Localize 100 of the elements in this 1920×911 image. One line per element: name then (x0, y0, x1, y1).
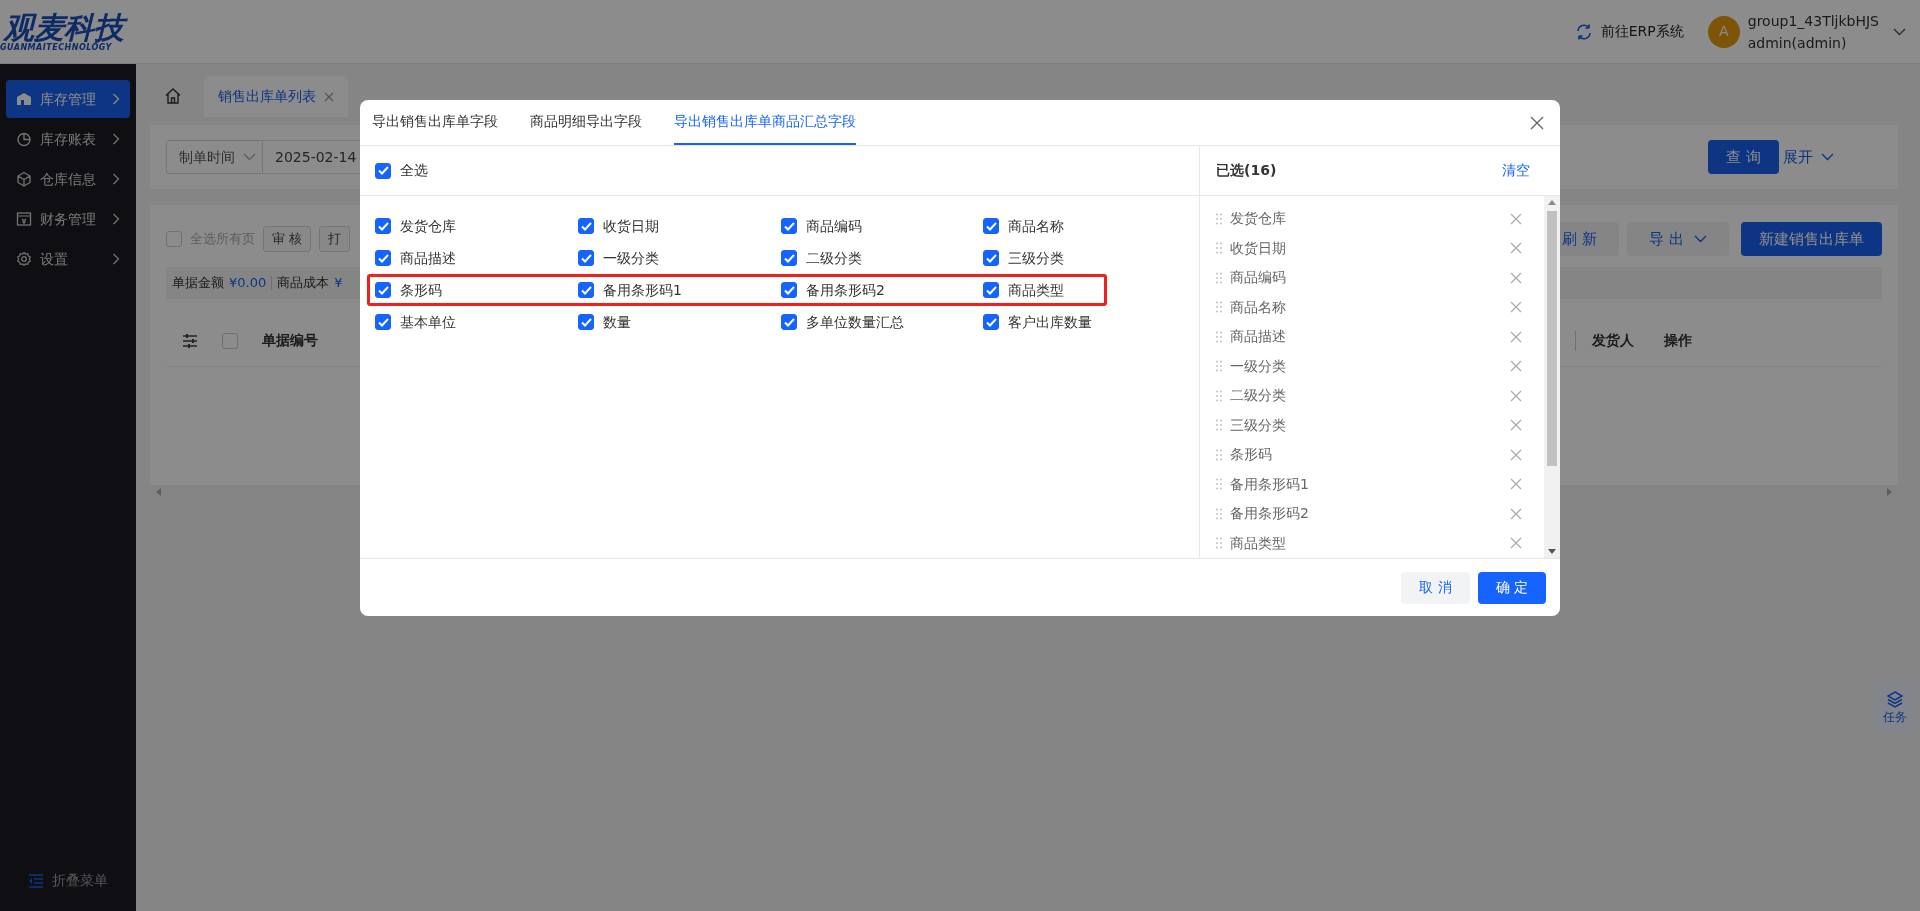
drag-handle-icon[interactable] (1216, 419, 1222, 432)
field-label: 多单位数量汇总 (806, 312, 904, 332)
checkbox[interactable] (983, 218, 999, 234)
field-label: 备用条形码1 (603, 280, 682, 300)
settings-icon (16, 251, 32, 267)
chevron-down-icon (243, 153, 256, 161)
task-button[interactable]: 任务 (1873, 683, 1917, 733)
drag-handle-icon[interactable] (1216, 478, 1222, 491)
sidebar-item[interactable]: 财务管理 (6, 200, 130, 238)
checkbox[interactable] (578, 218, 594, 234)
field-label: 备用条形码2 (806, 280, 885, 300)
checkbox[interactable] (375, 282, 391, 298)
column-header: 发货人 (1592, 331, 1634, 350)
logo-title: 观麦科技 (0, 10, 132, 44)
field-label: 二级分类 (806, 248, 862, 268)
chevron-right-icon (112, 133, 120, 145)
chevron-right-icon (112, 93, 120, 105)
column-header: 单据编号 (262, 331, 318, 350)
vertical-scrollbar[interactable] (1544, 196, 1560, 558)
cash-register-icon (16, 211, 32, 227)
sync-icon (1574, 22, 1593, 41)
drag-handle-icon[interactable] (1216, 301, 1222, 314)
confirm-button[interactable]: 确 定 (1477, 571, 1546, 604)
sliders-icon[interactable] (182, 333, 198, 348)
drag-handle-icon[interactable] (1216, 330, 1222, 343)
selected-field-label: 备用条形码2 (1230, 504, 1310, 524)
sidebar-item[interactable]: 设置 (6, 240, 130, 278)
dialog-tab[interactable]: 导出销售出库单商品汇总字段 (674, 100, 856, 145)
close-icon[interactable] (1530, 115, 1544, 130)
checkbox[interactable] (983, 314, 999, 330)
checkbox[interactable] (578, 282, 594, 298)
remove-icon[interactable] (1510, 478, 1522, 491)
create-button[interactable]: 新建销售出库单 (1741, 222, 1882, 256)
remove-icon[interactable] (1510, 301, 1522, 314)
remove-icon[interactable] (1510, 212, 1522, 225)
chevron-right-icon (112, 173, 120, 185)
field-label: 一级分类 (603, 248, 659, 268)
drag-handle-icon[interactable] (1216, 507, 1222, 520)
scroll-right-arrow-icon[interactable] (1887, 488, 1892, 496)
checkbox[interactable] (375, 218, 391, 234)
selected-field-label: 发货仓库 (1230, 209, 1287, 229)
dialog-tab[interactable]: 商品明细导出字段 (530, 100, 642, 145)
remove-icon[interactable] (1510, 242, 1522, 255)
field-label: 发货仓库 (400, 216, 456, 236)
expand-link[interactable]: 展开 (1783, 145, 1834, 169)
sidebar-item[interactable]: 仓库信息 (6, 160, 130, 198)
export-button[interactable]: 导 出 (1627, 222, 1729, 256)
checkbox[interactable] (781, 250, 797, 266)
drag-handle-icon[interactable] (1216, 537, 1222, 550)
cube-icon (16, 171, 32, 187)
drag-handle-icon[interactable] (1216, 212, 1222, 225)
sidebar-item[interactable]: 库存账表 (6, 120, 130, 158)
remove-icon[interactable] (1510, 330, 1522, 343)
remove-icon[interactable] (1510, 389, 1522, 402)
drag-handle-icon[interactable] (1216, 389, 1222, 402)
checkbox[interactable] (578, 250, 594, 266)
checkbox[interactable] (375, 250, 391, 266)
scroll-down-arrow-icon[interactable] (1548, 549, 1556, 554)
sidebar-item[interactable]: 库存管理 (6, 80, 130, 118)
collapse-menu-link[interactable]: 折叠菜单 (52, 870, 108, 891)
toolbar-button[interactable]: 打 (319, 226, 351, 252)
erp-link[interactable]: 前往ERP系统 (1600, 21, 1684, 42)
chevron-down-icon (1893, 27, 1906, 36)
pie-chart-icon (16, 131, 32, 147)
checkbox[interactable] (781, 314, 797, 330)
drag-handle-icon[interactable] (1216, 448, 1222, 461)
selected-field-label: 商品类型 (1230, 533, 1287, 553)
scroll-left-arrow-icon[interactable] (156, 488, 161, 496)
remove-icon[interactable] (1510, 419, 1522, 432)
query-button[interactable]: 查 询 (1708, 140, 1779, 174)
checkbox[interactable] (375, 314, 391, 330)
cancel-button[interactable]: 取 消 (1401, 571, 1470, 604)
field-label: 商品类型 (1008, 280, 1064, 300)
toolbar-button[interactable]: 审 核 (263, 226, 312, 252)
page-tab[interactable]: 销售出库单列表 (204, 76, 348, 117)
field-label: 商品名称 (1008, 216, 1064, 236)
drag-handle-icon[interactable] (1216, 271, 1222, 284)
home-icon[interactable] (164, 87, 182, 105)
remove-icon[interactable] (1510, 271, 1522, 284)
selected-field-label: 收货日期 (1230, 238, 1287, 258)
collapse-menu-icon[interactable] (28, 873, 44, 888)
remove-icon[interactable] (1510, 360, 1522, 373)
date-type-select[interactable]: 制单时间 (166, 140, 263, 174)
field-label: 数量 (603, 312, 631, 332)
checkbox[interactable] (781, 282, 797, 298)
remove-icon[interactable] (1510, 537, 1522, 550)
checkbox[interactable] (983, 282, 999, 298)
drag-handle-icon[interactable] (1216, 360, 1222, 373)
checkbox[interactable] (983, 250, 999, 266)
scroll-up-arrow-icon[interactable] (1548, 200, 1556, 205)
summary-label: 单据金额 (172, 274, 224, 293)
remove-icon[interactable] (1510, 448, 1522, 461)
drag-handle-icon[interactable] (1216, 242, 1222, 255)
clear-link[interactable]: 清空 (1502, 160, 1530, 181)
checkbox[interactable] (375, 162, 391, 179)
selected-field-label: 一级分类 (1230, 356, 1287, 376)
close-icon[interactable] (324, 91, 334, 102)
checkbox[interactable] (781, 218, 797, 234)
checkbox[interactable] (578, 314, 594, 330)
remove-icon[interactable] (1510, 507, 1522, 520)
